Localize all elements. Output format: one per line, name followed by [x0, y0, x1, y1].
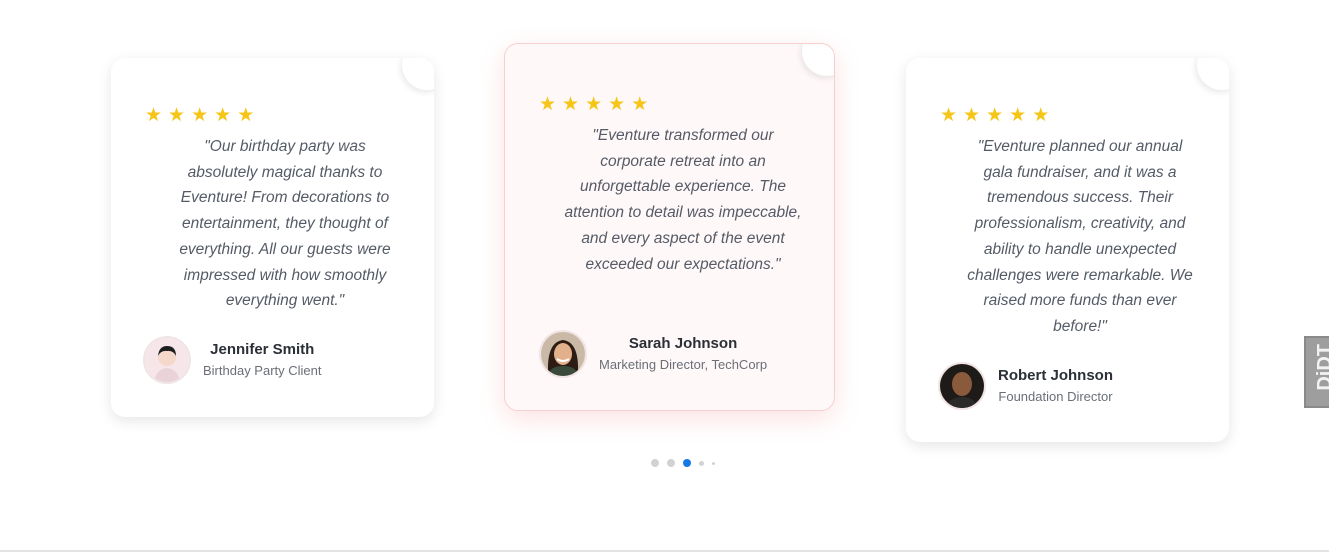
author-role: Marketing Director, TechCorp	[599, 357, 768, 372]
card-corner-decoration	[802, 44, 834, 76]
star-icon: ★	[562, 93, 580, 115]
star-icon: ★	[237, 104, 255, 126]
author-name: Jennifer Smith	[210, 341, 315, 358]
star-icon: ★	[145, 104, 163, 126]
pagination-dot[interactable]	[651, 459, 659, 467]
star-icon: ★	[214, 104, 232, 126]
rating-stars: ★ ★ ★ ★ ★	[145, 105, 254, 125]
star-icon: ★	[631, 93, 649, 115]
pagination-dot[interactable]	[699, 460, 704, 466]
star-icon: ★	[986, 104, 1004, 126]
star-icon: ★	[1009, 104, 1027, 126]
star-icon: ★	[608, 93, 626, 115]
testimonial-card-robert: ★ ★ ★ ★ ★ "Eventure planned our annual g…	[906, 58, 1229, 442]
testimonial-quote: "Eventure planned our annual gala fundra…	[967, 138, 1193, 335]
carousel-pagination	[651, 459, 715, 467]
author-name: Robert Johnson	[998, 367, 1113, 384]
testimonial-card-jennifer: ★ ★ ★ ★ ★ "Our birthday party was absolu…	[111, 58, 434, 417]
badge-label: DiDT	[1314, 344, 1329, 391]
star-icon: ★	[940, 104, 958, 126]
star-icon: ★	[539, 93, 557, 115]
author-role: Birthday Party Client	[203, 363, 322, 378]
star-icon: ★	[585, 93, 603, 115]
edge-floating-badge[interactable]: DiDT	[1304, 336, 1329, 408]
author-name: Sarah Johnson	[628, 335, 738, 352]
testimonial-quote: "Our birthday party was absolutely magic…	[179, 138, 391, 310]
testimonial-card-sarah: ★ ★ ★ ★ ★ "Eventure transformed our corp…	[504, 43, 835, 411]
avatar	[539, 330, 587, 378]
testimonials-section: ★ ★ ★ ★ ★ "Our birthday party was absolu…	[0, 0, 1329, 552]
testimonial-author: Jennifer Smith Birthday Party Client	[143, 336, 322, 384]
avatar	[143, 336, 191, 384]
author-role: Foundation Director	[998, 389, 1113, 404]
testimonial-quote: "Eventure transformed our corporate retr…	[564, 127, 802, 273]
card-corner-decoration	[402, 58, 434, 90]
star-icon: ★	[963, 104, 981, 126]
testimonial-author: Robert Johnson Foundation Director	[938, 362, 1113, 410]
star-icon: ★	[168, 104, 186, 126]
avatar	[938, 362, 986, 410]
testimonial-author: Sarah Johnson Marketing Director, TechCo…	[539, 330, 767, 378]
pagination-dot-active[interactable]	[683, 459, 691, 467]
star-icon: ★	[191, 104, 209, 126]
card-corner-decoration	[1197, 58, 1229, 90]
rating-stars: ★ ★ ★ ★ ★	[539, 94, 648, 114]
pagination-dot[interactable]	[667, 459, 675, 467]
pagination-dot[interactable]	[712, 461, 715, 465]
rating-stars: ★ ★ ★ ★ ★	[940, 105, 1049, 125]
star-icon: ★	[1032, 104, 1050, 126]
